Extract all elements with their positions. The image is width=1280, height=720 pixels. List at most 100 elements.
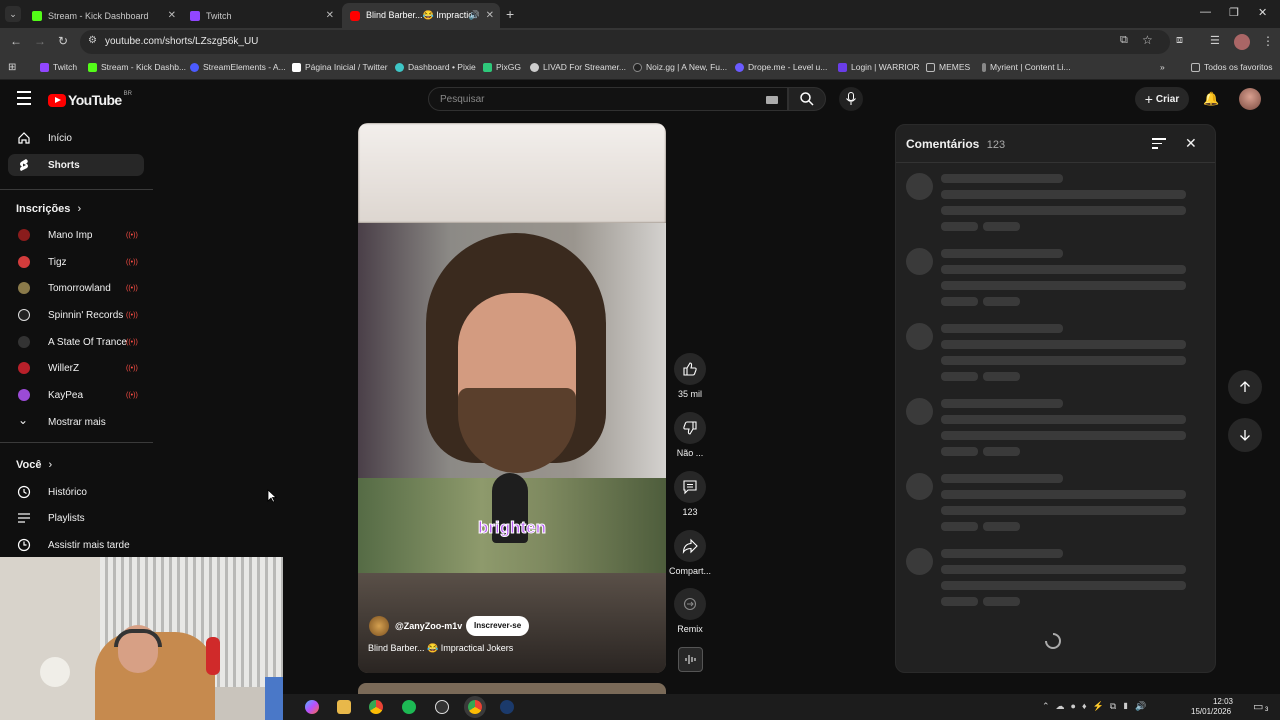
sidebar-sub-channel[interactable]: KayPea ((•)) xyxy=(8,384,144,406)
forward-icon[interactable]: → xyxy=(34,34,46,48)
close-icon[interactable]: ✕ xyxy=(326,10,334,21)
minimize-icon[interactable]: — xyxy=(1200,6,1211,18)
like-button[interactable] xyxy=(674,353,706,385)
sidebar-item-watch-later[interactable]: Assistir mais tarde xyxy=(8,534,144,556)
extensions-icon[interactable]: ⧈ xyxy=(1176,34,1183,47)
subscribe-button[interactable]: Inscrever-se xyxy=(466,616,530,636)
sidebar-item-history[interactable]: Histórico xyxy=(8,481,144,503)
chrome-active-icon[interactable] xyxy=(468,700,482,714)
dislike-button[interactable] xyxy=(674,412,706,444)
address-bar[interactable]: ⚙ youtube.com/shorts/LZszg56k_UU ⧉ ☆ xyxy=(80,30,1170,54)
previous-short-button[interactable] xyxy=(1228,370,1262,404)
keyboard-icon[interactable] xyxy=(766,96,778,104)
bookmark-star-icon[interactable]: ☆ xyxy=(1142,33,1153,47)
bookmark-item[interactable]: Myrient | Content Li... xyxy=(982,62,1071,72)
create-button[interactable]: + Criar xyxy=(1135,87,1189,111)
sidebar-item-home[interactable]: Início xyxy=(8,127,144,149)
section-label: Inscrições xyxy=(16,203,71,215)
remix-label: Remix xyxy=(677,624,703,634)
subscriptions-heading[interactable]: Inscrições › xyxy=(16,203,81,215)
livad-icon xyxy=(530,62,539,72)
close-icon[interactable]: ✕ xyxy=(168,10,176,21)
notifications-icon[interactable]: ▭ xyxy=(1253,700,1263,713)
short-title[interactable]: Blind Barber... 😂 Impractical Jokers xyxy=(368,643,513,654)
sidebar-item-shorts[interactable]: Shorts xyxy=(8,154,144,176)
skeleton-avatar xyxy=(906,173,933,200)
short-video-player[interactable]: brighten @ZanyZoo-m1v Inscrever-se Blind… xyxy=(358,123,666,673)
bookmark-item[interactable]: Login | WARRIOR xyxy=(838,62,920,72)
sidebar-sub-channel[interactable]: WillerZ ((•)) xyxy=(8,357,144,379)
channel-avatar[interactable] xyxy=(369,616,389,636)
restore-icon[interactable]: ❐ xyxy=(1229,6,1239,19)
logo-text: YouTube xyxy=(68,92,122,108)
show-more-button[interactable]: ⌄ Mostrar mais xyxy=(8,411,144,433)
bookmark-item[interactable]: Twitch xyxy=(40,62,77,72)
steam-icon[interactable] xyxy=(500,700,514,714)
sidebar-label: Histórico xyxy=(48,486,87,498)
bookmark-label: Drope.me - Level u... xyxy=(748,62,828,72)
channel-avatar xyxy=(18,229,30,241)
bookmark-item[interactable]: StreamElements - A... xyxy=(190,62,286,72)
all-favorites-folder[interactable]: Todos os favoritos xyxy=(1191,62,1273,72)
obs-icon[interactable] xyxy=(435,700,449,714)
history-icon xyxy=(17,485,31,499)
bookmark-item[interactable]: Dashboard • Pixie xyxy=(395,62,476,72)
sidepanel-icon[interactable]: ☰ xyxy=(1210,34,1220,47)
bookmark-item[interactable]: LIVAD For Streamer... xyxy=(530,62,626,72)
spotify-icon[interactable] xyxy=(402,700,416,714)
bookmark-item[interactable]: Stream - Kick Dashb... xyxy=(88,62,186,72)
you-heading[interactable]: Você › xyxy=(16,459,52,471)
voice-search-button[interactable] xyxy=(839,87,863,111)
close-comments-icon[interactable]: ✕ xyxy=(1185,135,1197,152)
sort-icon[interactable] xyxy=(1152,138,1166,149)
speaker-icon[interactable]: 🔊 xyxy=(469,10,480,21)
chrome-icon[interactable] xyxy=(369,700,383,714)
back-icon[interactable]: ← xyxy=(10,34,22,48)
account-avatar[interactable] xyxy=(1239,88,1261,110)
sidebar-sub-channel[interactable]: Mano Imp ((•)) xyxy=(8,224,144,246)
cast-icon[interactable]: ⧉ xyxy=(1120,34,1128,47)
notifications-bell-icon[interactable]: 🔔 xyxy=(1203,91,1219,107)
clock[interactable]: 12:03 xyxy=(1203,697,1233,706)
close-icon[interactable]: ✕ xyxy=(486,10,494,21)
copilot-icon[interactable] xyxy=(305,700,319,714)
youtube-logo[interactable]: YouTube BR xyxy=(48,91,132,108)
profile-avatar[interactable] xyxy=(1234,34,1250,50)
window-close-icon[interactable]: ✕ xyxy=(1258,6,1267,19)
sound-source-button[interactable] xyxy=(678,647,703,672)
search-button[interactable] xyxy=(788,87,826,111)
bookmark-item[interactable]: Página Inicial / Twitter xyxy=(292,62,388,72)
tab-kick-dashboard[interactable]: Stream - Kick Dashboard ✕ xyxy=(24,3,182,28)
remix-button[interactable] xyxy=(674,588,706,620)
bookmark-item[interactable]: PixGG xyxy=(483,62,521,72)
reload-icon[interactable]: ↻ xyxy=(58,34,68,48)
share-button[interactable] xyxy=(674,530,706,562)
tab-search-icon[interactable]: ⌄ xyxy=(5,6,21,22)
bookmark-item[interactable]: Noiz.gg | A New, Fu... xyxy=(633,62,727,72)
sidebar-sub-channel[interactable]: Spinnin' Records ((•)) xyxy=(8,304,144,326)
hamburger-menu-icon[interactable] xyxy=(17,91,31,105)
apps-grid-icon[interactable]: ⊞ xyxy=(8,62,16,73)
url-text[interactable]: youtube.com/shorts/LZszg56k_UU xyxy=(105,36,258,47)
sidebar-item-playlists[interactable]: Playlists xyxy=(8,507,144,529)
skeleton-line xyxy=(983,597,1020,606)
bookmark-item[interactable]: Drope.me - Level u... xyxy=(735,62,827,72)
site-info-icon[interactable]: ⚙ xyxy=(88,35,97,46)
sidebar-sub-channel[interactable]: Tomorrowland ((•)) xyxy=(8,277,144,299)
browser-menu-icon[interactable]: ⋮ xyxy=(1262,34,1274,48)
more-bookmarks-icon[interactable]: » xyxy=(1160,62,1165,72)
channel-handle[interactable]: @ZanyZoo-m1v xyxy=(395,621,462,631)
new-tab-button[interactable]: + xyxy=(506,6,514,22)
bookmark-folder[interactable]: MEMES xyxy=(926,62,970,72)
sidebar-sub-channel[interactable]: A State Of Trance ((•)) xyxy=(8,331,144,353)
tab-twitch[interactable]: Twitch ✕ xyxy=(182,3,340,28)
next-short-preview[interactable] xyxy=(358,683,666,694)
search-input[interactable]: Pesquisar xyxy=(428,87,788,111)
system-tray-icons[interactable]: ⌃☁●♦⚡⧉▮🔊 xyxy=(1042,701,1152,712)
comments-button[interactable] xyxy=(674,471,706,503)
sidebar-sub-channel[interactable]: Tigz ((•)) xyxy=(8,251,144,273)
tab-youtube-short[interactable]: Blind Barber...😂 Impractic 🔊 ✕ xyxy=(342,3,500,28)
next-short-button[interactable] xyxy=(1228,418,1262,452)
file-explorer-icon[interactable] xyxy=(337,700,351,714)
skeleton-avatar xyxy=(906,473,933,500)
